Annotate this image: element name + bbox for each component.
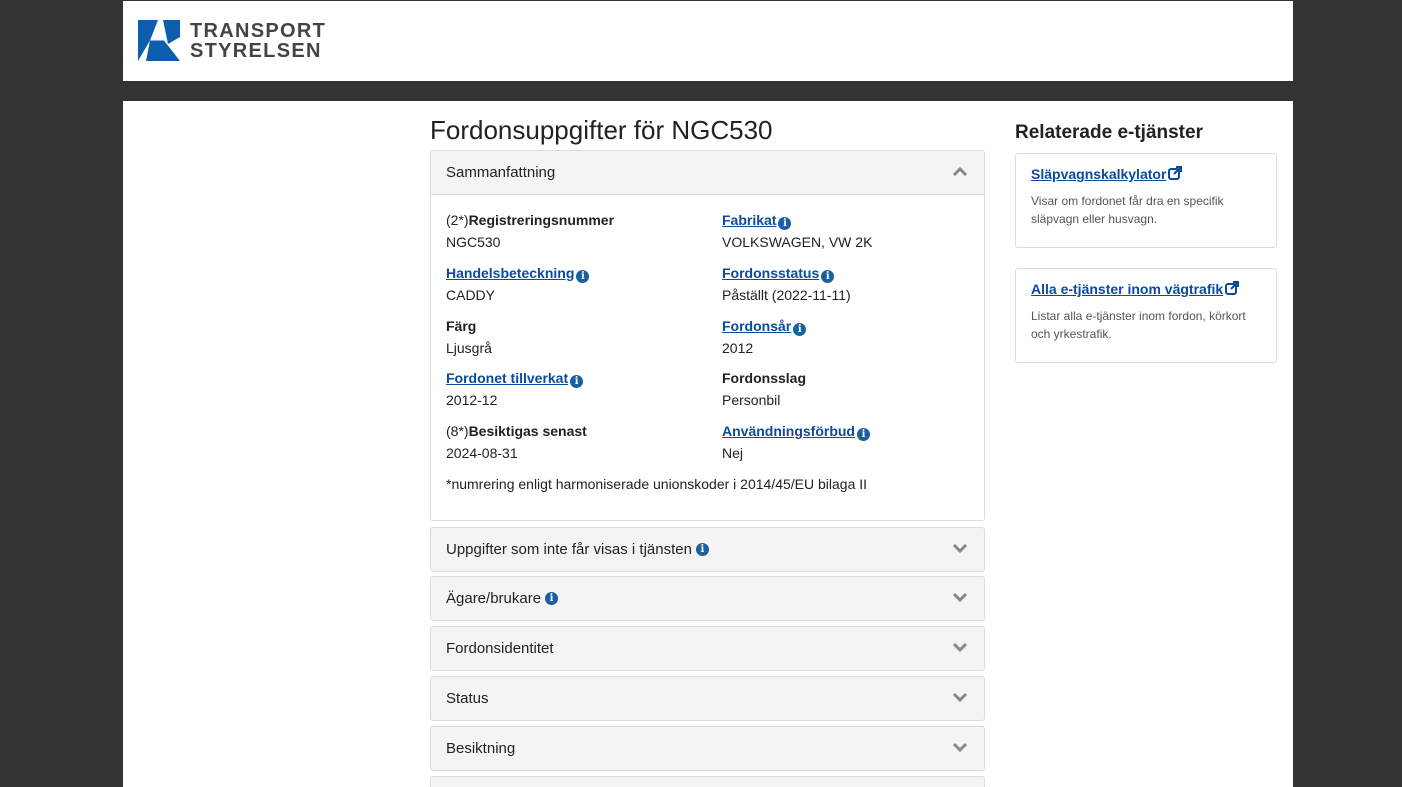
- field-label: Färg: [446, 318, 477, 334]
- footnote: *numrering enligt harmoniserade unionsko…: [446, 476, 868, 492]
- accordion-header[interactable]: Status: [431, 677, 984, 720]
- chevron-down-icon: [952, 543, 968, 554]
- sidebar-title: Relaterade e-tjänster: [1015, 122, 1203, 143]
- field-value: Påställt (2022-11-11): [722, 287, 851, 303]
- field-value: Personbil: [722, 392, 781, 408]
- field-prefix: (2*): [446, 212, 469, 228]
- site-header: TRANSPORT STYRELSEN: [123, 1, 1293, 81]
- accordion-title: Ägare/brukare: [446, 590, 542, 607]
- field-prefix: (8*): [446, 423, 469, 439]
- field-value: VOLKSWAGEN, VW 2K: [722, 234, 873, 250]
- accordion-besiktning[interactable]: Besiktning: [430, 726, 985, 771]
- field-fordonsstatus: Fordonsstatus i Påställt (2022-11-11): [722, 263, 851, 306]
- accordion-title: Fordonsidentitet: [446, 640, 554, 657]
- info-circle-icon[interactable]: i: [570, 375, 584, 388]
- accordion-uppgifter-ej-visas[interactable]: Uppgifter som inte får visas i tjänsten i: [430, 527, 985, 572]
- accordion-agare-brukare[interactable]: Ägare/brukare i: [430, 576, 985, 621]
- accordion-summary-title: Sammanfattning: [446, 164, 556, 181]
- service-card-slapvagnskalkylator: Släpvagnskalkylator Visar om fordonet få…: [1015, 153, 1277, 248]
- info-circle-icon[interactable]: i: [695, 543, 709, 556]
- chevron-down-icon: [952, 592, 968, 603]
- field-value: 2012-12: [446, 392, 498, 408]
- accordion-summary: Sammanfattning (2*)Registreringsnummer N…: [430, 150, 985, 521]
- external-link-icon: [1168, 166, 1183, 180]
- accordion-summary-header[interactable]: Sammanfattning: [431, 151, 984, 194]
- info-circle-icon[interactable]: i: [821, 270, 835, 283]
- field-link-anvandningsforbud[interactable]: Användningsförbud: [722, 423, 855, 439]
- field-link-tillverkat[interactable]: Fordonet tillverkat: [446, 370, 568, 386]
- chevron-down-icon: [952, 742, 968, 753]
- page-title: Fordonsuppgifter för NGC530: [430, 115, 773, 145]
- accordion-title: Besiktning: [446, 740, 516, 757]
- field-label: Fordonsslag: [722, 370, 807, 386]
- accordion-partial-next[interactable]: [430, 776, 985, 787]
- field-fabrikat: Fabrikat i VOLKSWAGEN, VW 2K: [722, 210, 872, 253]
- field-anvandningsforbud: Användningsförbud i Nej: [722, 421, 870, 464]
- field-fordonsslag: Fordonsslag Personbil: [722, 368, 806, 411]
- field-value: CADDY: [446, 287, 496, 303]
- accordion-header[interactable]: Besiktning: [431, 727, 984, 770]
- field-label: Besiktigas senast: [468, 423, 587, 439]
- service-description: Visar om fordonet får dra en specifik sl…: [1031, 194, 1224, 226]
- field-fordonsar: Fordonsår i 2012: [722, 316, 807, 359]
- field-value: Nej: [722, 445, 744, 461]
- service-description: Listar alla e-tjänster inom fordon, körk…: [1031, 309, 1246, 341]
- info-circle-icon[interactable]: i: [778, 217, 792, 230]
- field-besiktigas-senast: (8*)Besiktigas senast 2024-08-31: [446, 421, 587, 464]
- accordion-summary-body: (2*)Registreringsnummer NGC530 Fabrikat i…: [431, 194, 984, 520]
- field-value: Ljusgrå: [446, 340, 492, 356]
- chevron-up-icon: [952, 166, 968, 177]
- field-link-fordonsar[interactable]: Fordonsår: [722, 318, 791, 334]
- field-link-fordonsstatus[interactable]: Fordonsstatus: [722, 265, 819, 281]
- accordion-fordonsidentitet[interactable]: Fordonsidentitet: [430, 626, 985, 671]
- field-fordonet-tillverkat: Fordonet tillverkat i 2012-12: [446, 368, 584, 411]
- logo-line-1: TRANSPORT: [190, 19, 327, 42]
- service-card-alla-e-tjanster: Alla e-tjänster inom vägtrafik Listar al…: [1015, 268, 1277, 363]
- field-registreringsnummer: (2*)Registreringsnummer NGC530: [446, 210, 614, 253]
- accordion-header[interactable]: Fordonsidentitet: [431, 627, 984, 670]
- info-circle-icon[interactable]: i: [545, 592, 559, 605]
- accordion-status[interactable]: Status: [430, 676, 985, 721]
- transportstyrelsen-logo[interactable]: TRANSPORT STYRELSEN: [138, 20, 326, 61]
- field-value: 2012: [722, 340, 754, 356]
- field-handelsbeteckning: Handelsbeteckning i CADDY: [446, 263, 590, 306]
- service-link-slapvagnskalkylator[interactable]: Släpvagnskalkylator: [1031, 166, 1183, 182]
- logo-line-2: STYRELSEN: [190, 39, 322, 62]
- accordion-header[interactable]: Ägare/brukare i: [431, 577, 984, 620]
- accordion-title: Status: [446, 690, 489, 707]
- info-circle-icon[interactable]: i: [576, 270, 590, 283]
- accordion-title: Uppgifter som inte får visas i tjänsten: [446, 541, 692, 558]
- info-circle-icon[interactable]: i: [857, 428, 870, 441]
- logo-mark-icon: [138, 20, 180, 61]
- service-link-text: Släpvagnskalkylator: [1031, 166, 1167, 182]
- field-farg: Färg Ljusgrå: [446, 316, 492, 359]
- field-link-handelsbeteckning[interactable]: Handelsbeteckning: [446, 265, 574, 281]
- accordion-header[interactable]: Uppgifter som inte får visas i tjänsten i: [431, 528, 984, 571]
- service-link-text: Alla e-tjänster inom vägtrafik: [1031, 281, 1224, 297]
- service-link-alla-e-tjanster[interactable]: Alla e-tjänster inom vägtrafik: [1031, 281, 1240, 297]
- info-circle-icon[interactable]: i: [793, 323, 807, 336]
- logo-text: TRANSPORT STYRELSEN: [190, 21, 326, 61]
- field-value: 2024-08-31: [446, 445, 518, 461]
- page-content: Fordonsuppgifter för NGC530 Sammanfattni…: [123, 101, 1293, 787]
- field-value: NGC530: [446, 234, 501, 250]
- field-link-fabrikat[interactable]: Fabrikat: [722, 212, 776, 228]
- external-link-icon: [1225, 281, 1240, 295]
- chevron-down-icon: [952, 692, 968, 703]
- chevron-down-icon: [952, 642, 968, 653]
- field-label: Registreringsnummer: [468, 212, 615, 228]
